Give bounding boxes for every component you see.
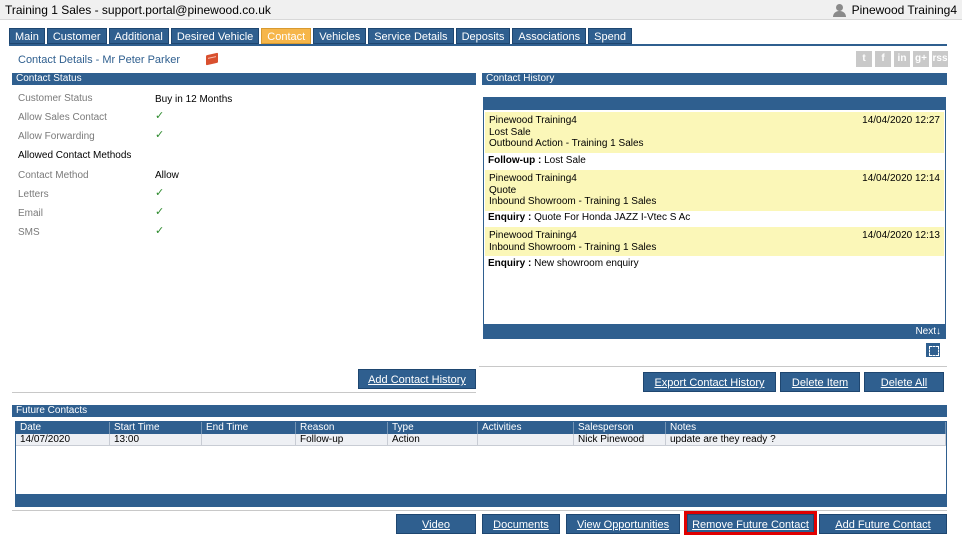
twitter-icon[interactable]: t (856, 51, 872, 67)
allowed-contact-methods-heading: Allowed Contact Methods (18, 150, 132, 161)
history-entry-channel: Inbound Showroom - Training 1 Sales (489, 196, 657, 207)
add-contact-history-button[interactable]: Add Contact History (358, 369, 476, 389)
tab-desired-vehicle[interactable]: Desired Vehicle (170, 28, 260, 44)
future-contacts-header: Future Contacts (12, 405, 947, 417)
contact-history-list[interactable]: Pinewood Training4 Lost Sale Outbound Ac… (483, 97, 946, 339)
cell-end-time (202, 434, 296, 445)
delete-item-button[interactable]: Delete Item (780, 372, 860, 392)
export-contact-history-button[interactable]: Export Contact History (643, 372, 776, 392)
column-header-reason[interactable]: Reason (296, 422, 388, 434)
history-entry[interactable]: Pinewood Training4 Lost Sale Outbound Ac… (485, 112, 944, 153)
divider (12, 392, 476, 393)
history-entry-date: 14/04/2020 12:14 (862, 173, 940, 184)
contact-method-value: Allow (155, 170, 179, 181)
history-entry[interactable]: Pinewood Training4 Inbound Showroom - Tr… (485, 227, 944, 256)
video-button[interactable]: Video (396, 514, 476, 534)
tab-bar: Main Customer Additional Desired Vehicle… (9, 28, 632, 44)
linkedin-icon[interactable]: in (894, 51, 910, 67)
google-plus-icon[interactable]: g+ (913, 51, 929, 67)
cell-reason: Follow-up (296, 434, 388, 445)
history-note-text: Lost Sale (544, 155, 586, 166)
tab-additional[interactable]: Additional (108, 28, 169, 44)
book-icon[interactable] (206, 52, 218, 66)
history-entry-channel: Outbound Action - Training 1 Sales (489, 138, 644, 149)
letters-label: Letters (18, 189, 49, 200)
expand-icon[interactable] (926, 343, 940, 357)
tab-main[interactable]: Main (9, 28, 45, 44)
allow-forwarding-label: Allow Forwarding (18, 131, 95, 142)
contact-method-label: Contact Method (18, 170, 89, 181)
table-footer-bar (16, 494, 946, 506)
table-header-row: Date Start Time End Time Reason Type Act… (16, 422, 946, 434)
divider (479, 366, 947, 367)
tab-associations[interactable]: Associations (512, 28, 587, 44)
documents-button[interactable]: Documents (482, 514, 560, 534)
rss-icon[interactable]: rss (932, 51, 948, 67)
history-entry-channel: Inbound Showroom - Training 1 Sales (489, 241, 657, 253)
contact-status-header: Contact Status (12, 73, 476, 85)
history-note-label: Follow-up : (488, 155, 542, 166)
customer-status-label: Customer Status (18, 93, 93, 104)
allow-forwarding-check-icon: ✓ (155, 129, 165, 141)
history-entry-note: Follow-up : Lost Sale (488, 155, 586, 166)
tab-underline (9, 44, 947, 46)
facebook-icon[interactable]: f (875, 51, 891, 67)
next-page-link[interactable]: Next↓ (915, 326, 941, 337)
email-label: Email (18, 208, 44, 219)
history-entry-note: Enquiry : New showroom enquiry (488, 258, 639, 269)
history-entry-outcome: Lost Sale (489, 126, 531, 138)
tab-service-details[interactable]: Service Details (368, 28, 454, 44)
allow-sales-contact-label: Allow Sales Contact (18, 112, 107, 123)
user-icon (832, 3, 846, 17)
history-entry-date: 14/04/2020 12:27 (862, 115, 940, 126)
history-note-text: New showroom enquiry (534, 258, 639, 269)
title-bar: Training 1 Sales - support.portal@pinewo… (0, 0, 962, 20)
column-header-date[interactable]: Date (16, 422, 110, 434)
allow-sales-contact-check-icon: ✓ (155, 110, 165, 122)
cell-activities (478, 434, 574, 445)
tab-contact[interactable]: Contact (261, 28, 312, 44)
history-entry-date: 14/04/2020 12:13 (862, 230, 940, 241)
history-note-label: Enquiry : (488, 212, 532, 223)
tab-spend[interactable]: Spend (588, 28, 632, 44)
add-future-contact-button[interactable]: Add Future Contact (819, 514, 947, 534)
column-header-type[interactable]: Type (388, 422, 478, 434)
history-list-top-bar (484, 98, 945, 110)
social-links: t f in g+ rss (856, 51, 948, 67)
delete-all-button[interactable]: Delete All (864, 372, 944, 392)
column-header-start-time[interactable]: Start Time (110, 422, 202, 434)
tab-customer[interactable]: Customer (46, 28, 107, 44)
column-header-notes[interactable]: Notes (666, 422, 946, 434)
history-note-label: Enquiry : (488, 258, 532, 269)
highlight-box (684, 511, 817, 535)
user-name: Pinewood Training4 (851, 3, 957, 17)
view-opportunities-button[interactable]: View Opportunities (566, 514, 680, 534)
email-check-icon: ✓ (155, 206, 165, 218)
history-note-text: Quote For Honda JAZZ I-Vtec S Ac (534, 212, 691, 223)
cell-start-time: 13:00 (110, 434, 202, 445)
contact-history-header: Contact History (482, 73, 947, 85)
user-menu[interactable]: Pinewood Training4 (832, 3, 957, 17)
column-header-end-time[interactable]: End Time (202, 422, 296, 434)
history-entry[interactable]: Pinewood Training4 Quote Inbound Showroo… (485, 170, 944, 211)
history-entry-note: Enquiry : Quote For Honda JAZZ I-Vtec S … (488, 212, 690, 223)
sms-check-icon: ✓ (155, 225, 165, 237)
cell-notes: update are they ready ? (666, 434, 946, 445)
column-header-activities[interactable]: Activities (478, 422, 574, 434)
history-list-bottom-bar: Next↓ (484, 324, 945, 338)
letters-check-icon: ✓ (155, 187, 165, 199)
history-entry-outcome: Quote (489, 184, 517, 196)
tab-deposits[interactable]: Deposits (455, 28, 511, 44)
tab-vehicles[interactable]: Vehicles (313, 28, 367, 44)
cell-type: Action (388, 434, 478, 445)
sms-label: SMS (18, 227, 40, 238)
table-row[interactable]: 14/07/2020 13:00 Follow-up Action Nick P… (16, 434, 946, 446)
cell-salesperson: Nick Pinewood (574, 434, 666, 445)
cell-date: 14/07/2020 (16, 434, 110, 445)
window-title: Training 1 Sales - support.portal@pinewo… (5, 3, 271, 17)
future-contacts-table: Date Start Time End Time Reason Type Act… (15, 421, 947, 507)
contact-details-header: Contact Details - Mr Peter Parker (18, 54, 180, 66)
column-header-salesperson[interactable]: Salesperson (574, 422, 666, 434)
customer-status-value: Buy in 12 Months (155, 94, 233, 105)
